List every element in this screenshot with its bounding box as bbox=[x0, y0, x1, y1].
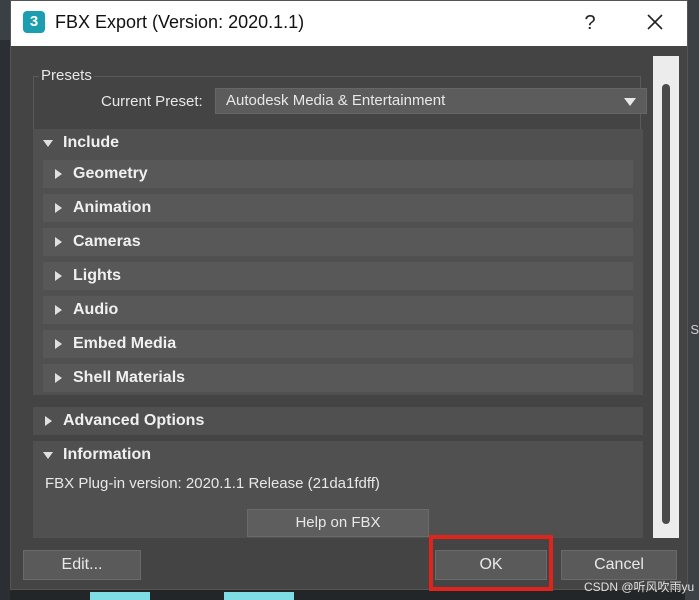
include-item-label: Embed Media bbox=[73, 335, 177, 352]
collapsed-arrow-icon bbox=[45, 416, 52, 426]
include-item-animation[interactable]: Animation bbox=[43, 194, 633, 222]
edit-button[interactable]: Edit... bbox=[23, 550, 141, 580]
collapsed-arrow-icon bbox=[55, 169, 62, 179]
current-preset-label: Current Preset: bbox=[101, 93, 203, 110]
rollout-advanced-header[interactable]: Advanced Options bbox=[33, 407, 643, 435]
window-title: FBX Export (Version: 2020.1.1) bbox=[55, 12, 305, 32]
rollout-include-header[interactable]: Include bbox=[33, 129, 643, 157]
collapsed-arrow-icon bbox=[55, 271, 62, 281]
include-item-lights[interactable]: Lights bbox=[43, 262, 633, 290]
vertical-scrollbar[interactable] bbox=[653, 56, 679, 538]
collapsed-arrow-icon bbox=[55, 373, 62, 383]
include-item-label: Cameras bbox=[73, 233, 141, 250]
collapsed-arrow-icon bbox=[55, 339, 62, 349]
viewport-object bbox=[90, 592, 150, 600]
rollout-advanced-options[interactable]: Advanced Options bbox=[33, 407, 643, 435]
rollout-information-label: Information bbox=[63, 446, 151, 463]
include-item-label: Lights bbox=[73, 267, 121, 284]
include-item-shell-materials[interactable]: Shell Materials bbox=[43, 364, 633, 392]
close-icon bbox=[647, 14, 663, 30]
3dsmax-app-icon: 3 bbox=[23, 11, 45, 33]
watermark: CSDN @听风吹雨yu bbox=[584, 580, 695, 594]
collapsed-arrow-icon bbox=[55, 203, 62, 213]
fbx-export-dialog: 3 FBX Export (Version: 2020.1.1) ? Prese… bbox=[10, 0, 688, 591]
plugin-version-text: FBX Plug-in version: 2020.1.1 Release (2… bbox=[45, 475, 380, 492]
include-item-embed-media[interactable]: Embed Media bbox=[43, 330, 633, 358]
title-bar[interactable]: 3 FBX Export (Version: 2020.1.1) ? bbox=[11, 1, 687, 46]
include-item-cameras[interactable]: Cameras bbox=[43, 228, 633, 256]
rollout-include: Include Geometry Animation Cameras Light… bbox=[33, 129, 643, 395]
dialog-content: Presets Current Preset: Autodesk Media &… bbox=[21, 56, 653, 538]
collapsed-arrow-icon bbox=[55, 305, 62, 315]
rollout-advanced-label: Advanced Options bbox=[63, 412, 205, 429]
help-on-fbx-button[interactable]: Help on FBX bbox=[247, 509, 429, 537]
current-preset-dropdown[interactable]: Autodesk Media & Entertainment bbox=[215, 88, 647, 114]
cancel-button[interactable]: Cancel bbox=[561, 550, 677, 580]
rollout-information-header[interactable]: Information bbox=[33, 441, 643, 469]
include-item-audio[interactable]: Audio bbox=[43, 296, 633, 324]
expanded-arrow-icon bbox=[43, 452, 53, 459]
include-item-label: Shell Materials bbox=[73, 369, 186, 386]
presets-legend: Presets bbox=[39, 67, 94, 84]
current-preset-value: Autodesk Media & Entertainment bbox=[226, 92, 446, 109]
help-button[interactable]: ? bbox=[577, 9, 603, 37]
include-item-label: Audio bbox=[73, 301, 119, 318]
viewport-label: S bbox=[690, 322, 699, 337]
close-button[interactable] bbox=[639, 7, 671, 39]
scrollbar-thumb[interactable] bbox=[662, 84, 670, 524]
chevron-down-icon bbox=[624, 98, 636, 106]
include-item-geometry[interactable]: Geometry bbox=[43, 160, 633, 188]
collapsed-arrow-icon bbox=[55, 237, 62, 247]
include-item-label: Animation bbox=[73, 199, 152, 216]
expanded-arrow-icon bbox=[43, 140, 53, 147]
include-item-label: Geometry bbox=[73, 165, 148, 182]
rollout-information: Information FBX Plug-in version: 2020.1.… bbox=[33, 441, 643, 538]
viewport-object bbox=[224, 592, 294, 600]
rollout-include-label: Include bbox=[63, 134, 120, 151]
ok-highlight-box bbox=[429, 535, 553, 591]
